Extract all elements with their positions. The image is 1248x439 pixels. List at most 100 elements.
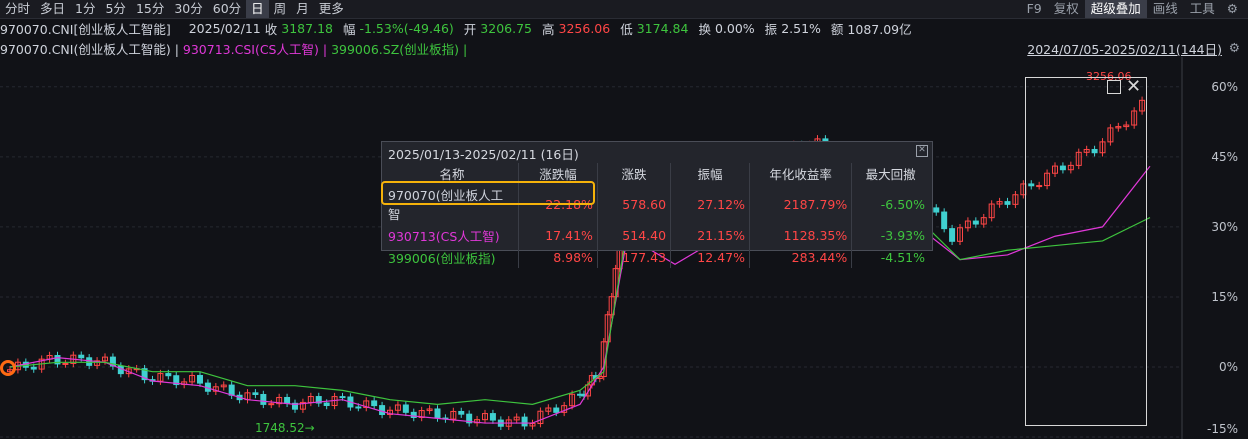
f9-button[interactable]: F9	[1021, 0, 1048, 18]
row-dd: -6.50%	[851, 184, 929, 224]
period-tab[interactable]: 5分	[100, 0, 130, 18]
row-pct: 17.41%	[518, 224, 598, 246]
col-header: 涨跌	[596, 163, 671, 184]
more-periods-button[interactable]: 更多	[314, 0, 349, 18]
change-label: 幅	[342, 21, 356, 37]
candle-body	[972, 220, 979, 225]
close-icon[interactable]: ✕	[916, 145, 928, 157]
y-tick-label: 60%	[1211, 80, 1238, 94]
candle-body	[521, 416, 528, 427]
turnover-value: 0.00%	[714, 20, 755, 36]
y-tick-label: -15%	[1206, 422, 1238, 436]
index-name: 970070.CNI[创业板人工智能]	[0, 21, 171, 37]
period-tab[interactable]: 30分	[169, 0, 207, 18]
super-overlay-button[interactable]: 超级叠加	[1084, 0, 1147, 18]
y-tick-label: 15%	[1211, 290, 1238, 304]
quote-date: 2025/02/11	[188, 20, 261, 36]
expand-selection-icon[interactable]	[1107, 80, 1121, 94]
row-ann: 1128.35%	[748, 224, 852, 246]
legend-separator: |	[463, 42, 468, 57]
row-amp: 27.12%	[670, 184, 750, 224]
row-name: 930713(CS人工智)	[388, 228, 500, 244]
overlay-legend: 970070.CNI(创业板人工智能) | 930713.CSI(CS人工智) …	[0, 39, 1248, 57]
candle-body	[228, 384, 235, 396]
high-label: 高	[542, 21, 555, 37]
col-header: 年化收益率	[748, 163, 852, 184]
low-value: 3174.84	[636, 20, 689, 36]
period-tab[interactable]: 60分	[208, 0, 246, 18]
start-marker-icon	[0, 360, 16, 376]
open-value: 3206.75	[480, 20, 532, 36]
period-tab-daily[interactable]: 日	[246, 0, 269, 18]
table-row[interactable]: 930713(CS人工智) 17.41% 514.40 21.15% 1128.…	[386, 224, 929, 246]
candle-body	[489, 413, 496, 421]
candle-body	[30, 366, 37, 370]
legend-series-1[interactable]: 970070.CNI(创业板人工智能)	[0, 42, 171, 57]
legend-series-2[interactable]: 930713.CSI(CS人工智)	[183, 42, 319, 57]
legend-series-3[interactable]: 399006.SZ(创业板指)	[331, 42, 459, 57]
candle-body	[323, 402, 330, 407]
range-selection-box[interactable]	[1025, 77, 1147, 426]
low-value-label: 1748.52	[255, 421, 305, 435]
candle-body	[339, 396, 346, 399]
period-tab[interactable]: 15分	[131, 0, 169, 18]
amplitude-value: 2.51%	[781, 20, 821, 36]
amount-value: 1087.09亿	[847, 21, 912, 37]
legend-separator: |	[322, 42, 328, 57]
y-tick-label: 30%	[1211, 220, 1238, 234]
candle-body	[458, 410, 465, 415]
settings-icon[interactable]: ⚙	[1221, 0, 1244, 18]
period-tab[interactable]: 月	[291, 0, 314, 18]
candle-body	[284, 396, 291, 404]
candle-body	[553, 407, 560, 413]
adjust-button[interactable]: 复权	[1048, 0, 1085, 18]
period-tab[interactable]: 多日	[35, 0, 70, 18]
amplitude-label: 振	[764, 21, 778, 37]
row-pct: 8.98%	[518, 246, 598, 268]
draw-line-button[interactable]: 画线	[1147, 0, 1184, 18]
candle-body	[62, 362, 69, 365]
row-chg: 514.40	[596, 224, 671, 246]
tools-button[interactable]: 工具	[1184, 0, 1221, 18]
candle-body	[933, 207, 940, 213]
close-selection-icon[interactable]: ✕	[1126, 78, 1141, 96]
quote-info-bar: 970070.CNI[创业板人工智能] 2025/02/11 收 3187.18 …	[0, 19, 1248, 37]
date-range-selector[interactable]: 2024/07/05-2025/02/11(144日)	[1027, 39, 1222, 58]
y-tick-label: 0%	[1218, 360, 1238, 374]
amount-label: 额	[830, 21, 844, 37]
col-header: 最大回撤	[851, 163, 929, 184]
gear-icon[interactable]: ⚙	[1229, 40, 1240, 55]
candle-body	[434, 408, 441, 419]
open-label: 开	[463, 21, 477, 37]
candle-body	[260, 393, 267, 405]
row-dd: -4.51%	[851, 246, 929, 268]
low-annotation: 1748.52→	[255, 421, 315, 435]
turnover-label: 换	[698, 21, 711, 37]
candle-body	[197, 374, 203, 384]
row-chg: 578.60	[596, 184, 671, 224]
stats-table: 名称 涨跌幅 涨跌 振幅 年化收益率 最大回撤 970070(创业板人工智 22…	[386, 163, 929, 268]
candle-body	[355, 406, 362, 409]
candle-body	[252, 392, 259, 395]
candle-body	[268, 403, 275, 406]
period-tab[interactable]: 1分	[70, 0, 100, 18]
col-header: 振幅	[670, 163, 750, 184]
table-row[interactable]: 399006(创业板指) 8.98% 177.43 12.47% 283.44%…	[386, 246, 929, 268]
candle-body	[165, 373, 172, 377]
close-label: 收	[264, 21, 278, 37]
row-ann: 283.44%	[748, 246, 852, 268]
change-value: -1.53%(-49.46)	[359, 20, 454, 36]
candle-body	[941, 211, 948, 230]
low-label: 低	[620, 21, 633, 37]
candle-body	[402, 404, 409, 413]
legend-separator: |	[174, 42, 179, 57]
candle-body	[379, 405, 386, 416]
row-dd: -3.93%	[851, 224, 929, 246]
candle-body	[78, 354, 85, 359]
row-name: 399006(创业板指)	[388, 250, 496, 266]
popup-title: 2025/01/13-2025/02/11 (16日)	[388, 147, 579, 162]
period-tab[interactable]: 分时	[0, 0, 35, 18]
period-tab[interactable]: 周	[269, 0, 292, 18]
row-amp: 12.47%	[670, 246, 750, 268]
period-toolbar: 分时 多日 1分 5分 15分 30分 60分 日 周 月 更多 F9 复权 超…	[0, 0, 1248, 19]
